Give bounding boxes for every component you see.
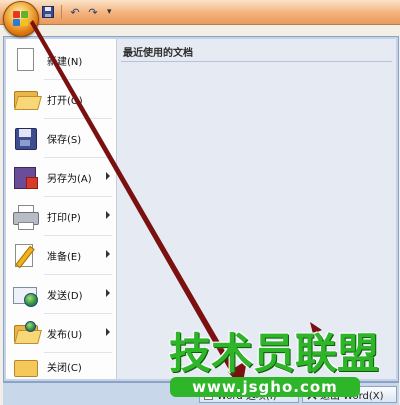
title-bar: ↶ ↷ ▾ <box>0 0 400 25</box>
send-icon <box>12 281 38 307</box>
submenu-arrow-icon <box>106 211 110 219</box>
qat-separator <box>61 5 62 19</box>
recent-documents-title: 最近使用的文档 <box>123 48 193 59</box>
office-menu-commands: 新建(N) 打开(O) 保存(S) 另存为(A) 打印(P) 准备(E) 发送(… <box>6 39 117 379</box>
qat-save-button[interactable] <box>40 4 56 20</box>
submenu-arrow-icon <box>106 289 110 297</box>
submenu-arrow-icon <box>106 172 110 180</box>
save-disk-icon <box>12 125 38 151</box>
publish-icon <box>12 320 42 346</box>
close-document-icon <box>12 353 38 379</box>
menu-item-prepare[interactable]: 准备(E) <box>6 236 116 274</box>
qat-customize-button[interactable]: ▾ <box>107 7 112 17</box>
printer-icon <box>12 203 39 230</box>
menu-item-label: 打印(P) <box>47 212 81 224</box>
new-document-icon <box>12 47 38 73</box>
redo-icon: ↷ <box>88 5 98 19</box>
recent-documents-panel: 最近使用的文档 <box>117 39 396 379</box>
menu-item-save[interactable]: 保存(S) <box>6 119 116 157</box>
customize-dropdown-icon: ▾ <box>107 7 112 17</box>
menu-item-save-as[interactable]: 另存为(A) <box>6 158 116 196</box>
menu-item-label: 关闭(C) <box>47 362 82 374</box>
prepare-icon <box>12 242 38 269</box>
menu-item-open[interactable]: 打开(O) <box>6 80 116 118</box>
watermark-url: www.jsgho.com <box>170 377 360 397</box>
menu-item-label: 打开(O) <box>47 95 83 107</box>
watermark-title: 技术员联盟 <box>169 329 380 378</box>
menu-item-label: 另存为(A) <box>47 173 92 185</box>
undo-icon: ↶ <box>70 5 80 19</box>
menu-item-label: 新建(N) <box>47 56 83 68</box>
qat-redo-button[interactable]: ↷ <box>85 4 101 20</box>
menu-item-label: 发送(D) <box>47 290 83 302</box>
submenu-arrow-icon <box>106 250 110 258</box>
menu-item-label: 发布(U) <box>47 329 83 341</box>
office-button[interactable] <box>3 1 39 37</box>
quick-access-toolbar: ↶ ↷ ▾ <box>40 4 112 20</box>
office-logo-icon <box>13 11 29 27</box>
save-as-icon <box>12 164 38 190</box>
open-folder-icon <box>12 86 42 112</box>
submenu-arrow-icon <box>106 328 110 336</box>
menu-item-send[interactable]: 发送(D) <box>6 275 116 313</box>
menu-item-print[interactable]: 打印(P) <box>6 197 116 235</box>
menu-item-label: 保存(S) <box>47 134 82 146</box>
menu-item-close[interactable]: 关闭(C) <box>6 347 116 385</box>
menu-item-label: 准备(E) <box>47 251 82 263</box>
recent-documents-divider <box>121 61 392 62</box>
qat-undo-button[interactable]: ↶ <box>67 4 83 20</box>
menu-item-new[interactable]: 新建(N) <box>6 41 116 79</box>
save-icon <box>42 6 54 18</box>
